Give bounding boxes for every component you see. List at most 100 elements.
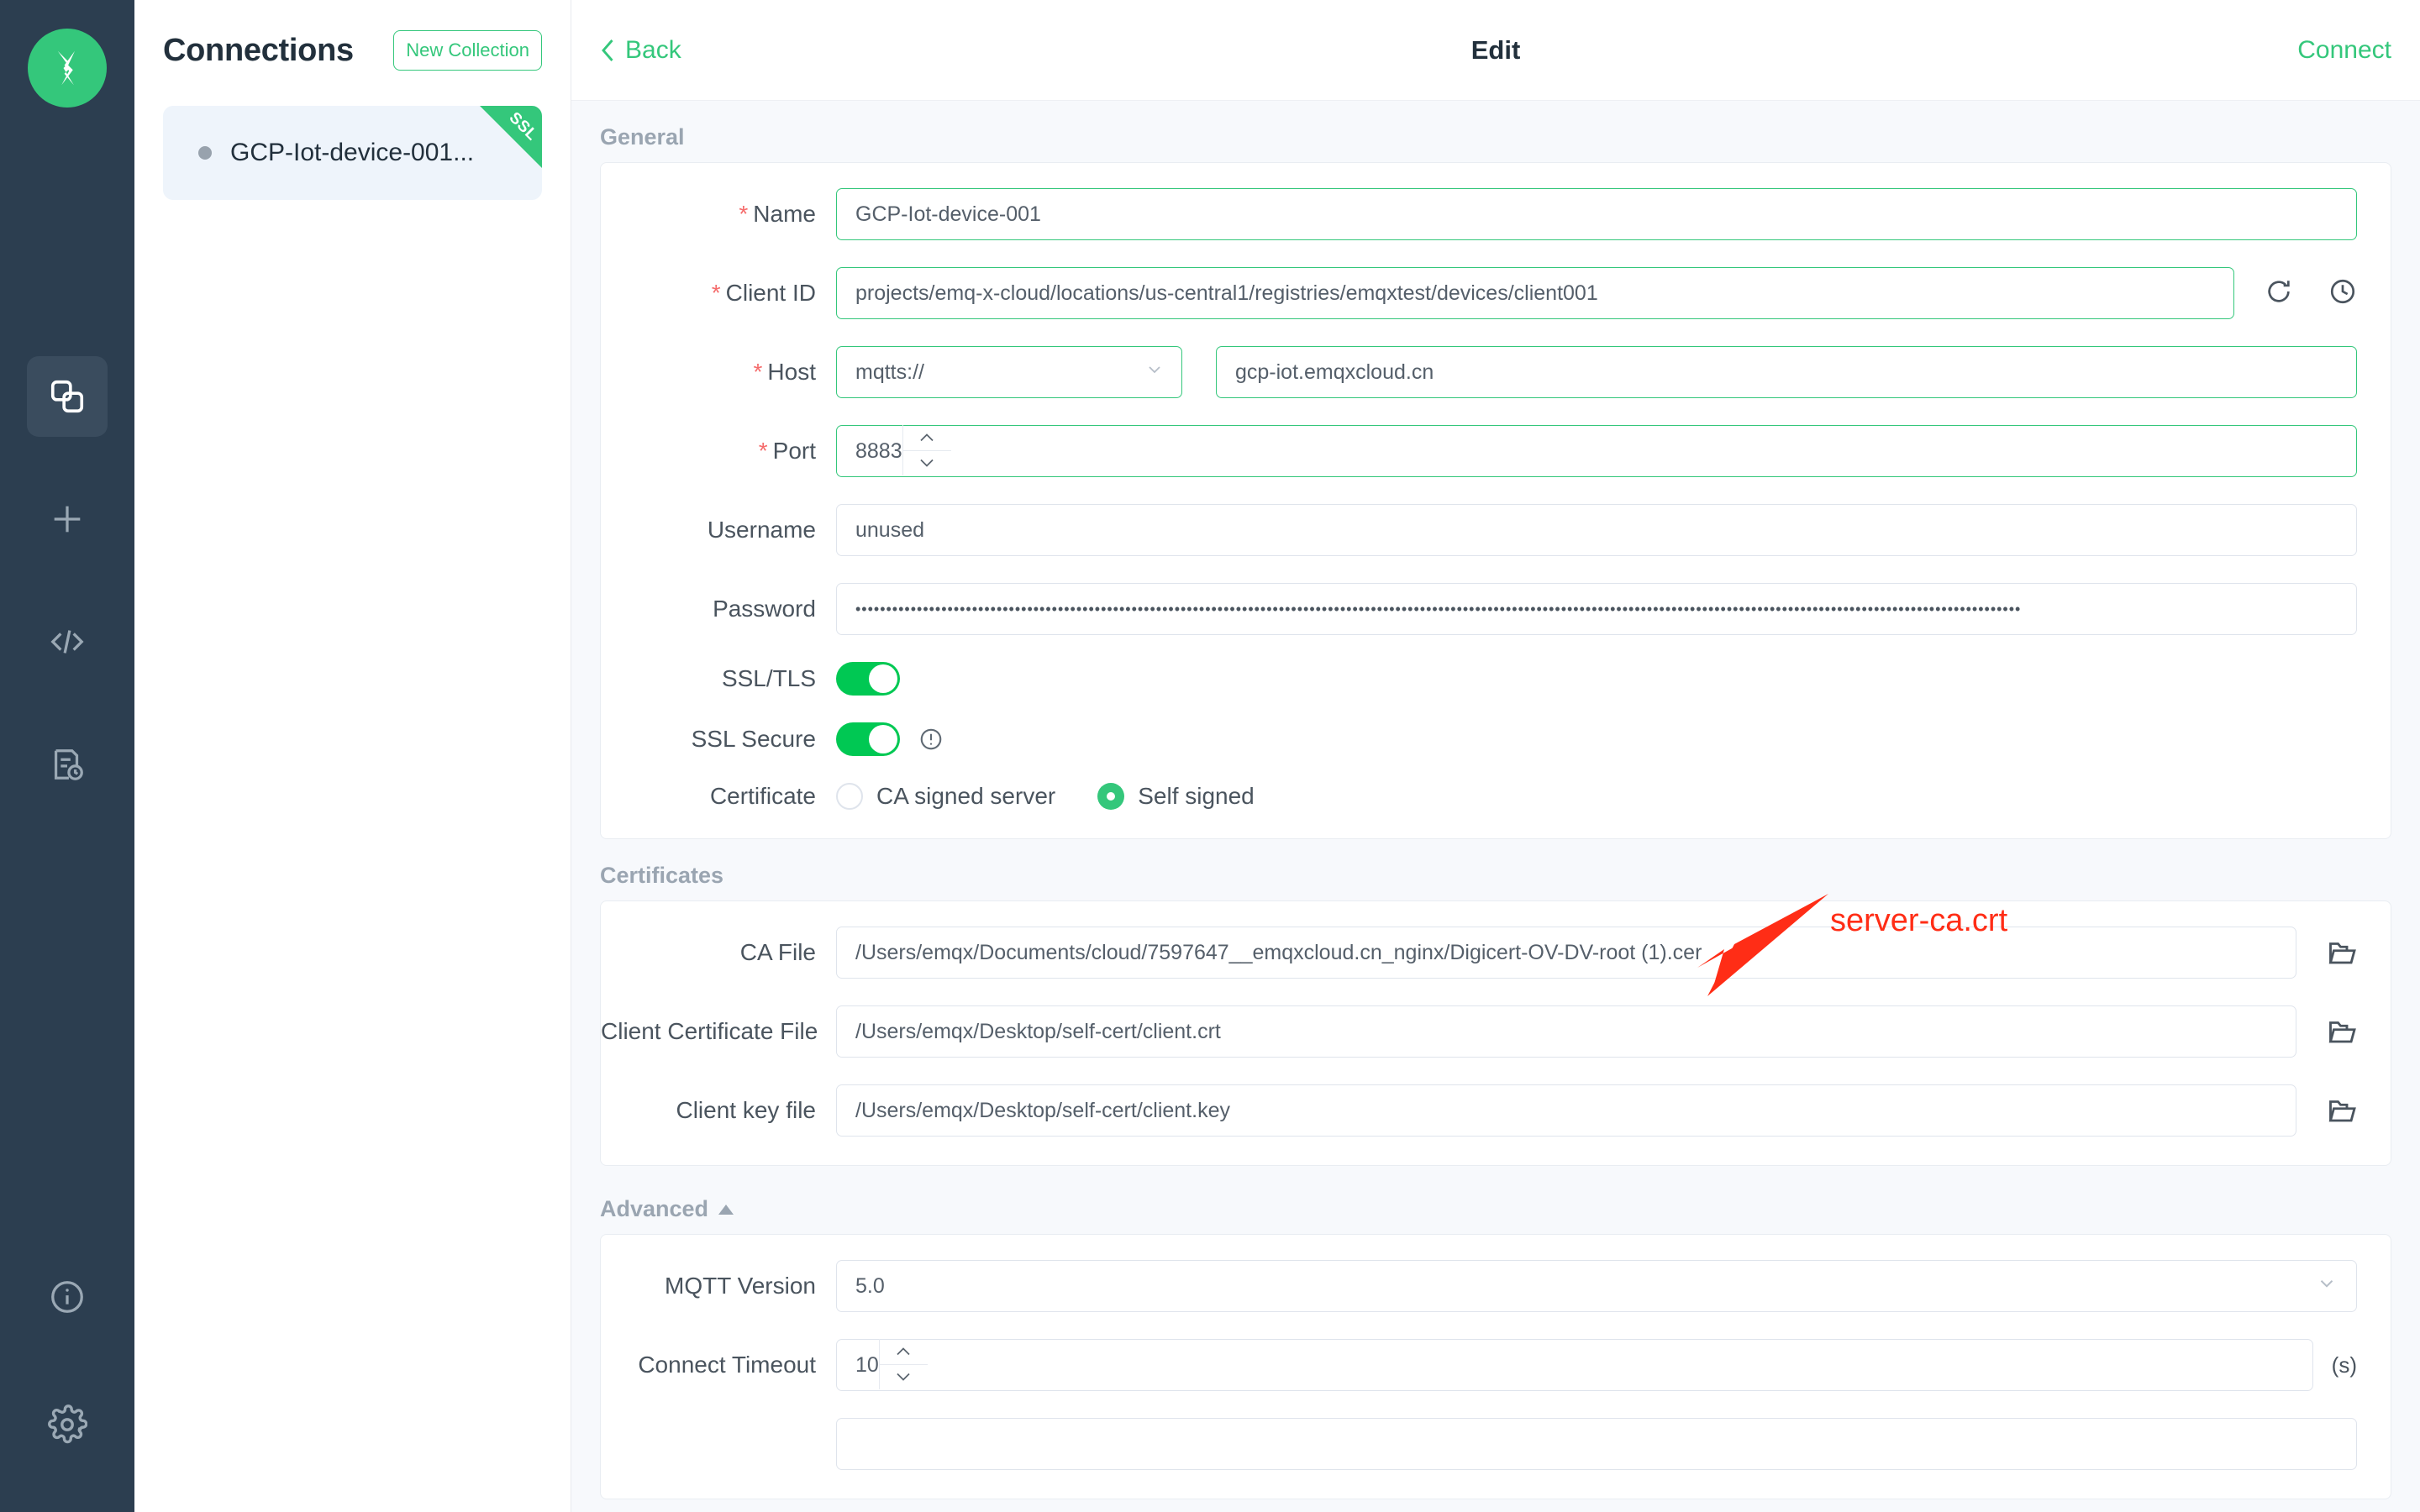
- field-row-ssl-tls: SSL/TLS: [601, 662, 2391, 696]
- field-row-connect-timeout: Connect Timeout 10 (s): [601, 1339, 2391, 1391]
- field-row-client-id: * Client ID projects/emq-x-cloud/location…: [601, 267, 2391, 319]
- document-clock-icon: [54, 749, 83, 780]
- connection-name: GCP-Iot-device-001...: [230, 139, 475, 166]
- sidebar-item-new[interactable]: [27, 479, 108, 559]
- radio-ca-signed-label: CA signed server: [876, 783, 1056, 809]
- field-row-ca-file: CA File /Users/emqx/Documents/cloud/7597…: [601, 927, 2391, 979]
- clock-icon[interactable]: [2328, 277, 2357, 310]
- client-key-value: /Users/emqx/Desktop/self-cert/client.key: [855, 1098, 1230, 1122]
- client-cert-label: Client Certificate File: [601, 1018, 818, 1044]
- field-row-host: * Host mqtts:// gcp-iot.emqxcloud.cn: [601, 346, 2391, 398]
- folder-icon[interactable]: [2327, 1016, 2357, 1047]
- chevron-left-icon: [602, 39, 613, 61]
- name-input[interactable]: GCP-Iot-device-001: [836, 188, 2357, 240]
- sidebar-item-log[interactable]: [27, 724, 108, 805]
- folder-icon[interactable]: [2327, 937, 2357, 968]
- advanced-card: MQTT Version 5.0 Connect Timeout 10 (s): [600, 1234, 2391, 1499]
- radio-self-signed-label: Self signed: [1138, 783, 1255, 809]
- name-value: GCP-Iot-device-001: [855, 202, 1041, 226]
- field-row-ssl-secure: SSL Secure: [601, 722, 2391, 756]
- client-key-label: Client key file: [676, 1097, 816, 1123]
- client-key-input[interactable]: /Users/emqx/Desktop/self-cert/client.key: [836, 1084, 2296, 1137]
- radio-ca-signed[interactable]: [836, 783, 863, 810]
- page-title: Edit: [1470, 34, 1521, 65]
- sidebar-item-settings[interactable]: [27, 1384, 108, 1465]
- back-label: Back: [625, 35, 681, 64]
- port-stepper-down[interactable]: [902, 449, 951, 476]
- top-bar: Back Edit Connect: [571, 0, 2420, 101]
- port-stepper-up[interactable]: [903, 425, 951, 450]
- required-asterisk: *: [739, 201, 749, 227]
- connections-panel: Connections New Collection GCP-Iot-devic…: [134, 0, 571, 1512]
- connections-title: Connections: [163, 32, 354, 68]
- radio-self-signed[interactable]: [1097, 783, 1125, 810]
- host-input[interactable]: gcp-iot.emqxcloud.cn: [1216, 346, 2357, 398]
- caret-up-icon: [718, 1204, 734, 1215]
- chevron-down-icon: [1144, 360, 1165, 386]
- app-root: Connections New Collection GCP-Iot-devic…: [0, 0, 2420, 1512]
- port-input[interactable]: 8883: [836, 425, 2357, 477]
- refresh-icon[interactable]: [2265, 277, 2293, 310]
- username-label: Username: [707, 517, 816, 543]
- ssl-tls-toggle[interactable]: [836, 662, 900, 696]
- field-row-password: Password •••••••••••••••••••••••••••••••…: [601, 583, 2391, 635]
- field-row-port: * Port 8883: [601, 425, 2391, 477]
- advanced-section-label: Advanced: [600, 1196, 709, 1221]
- field-row-name: * Name GCP-Iot-device-001: [601, 188, 2391, 240]
- host-protocol-value: mqtts://: [855, 360, 924, 384]
- sidebar-item-about[interactable]: [27, 1257, 108, 1337]
- connect-timeout-label: Connect Timeout: [638, 1352, 816, 1378]
- client-cert-input[interactable]: /Users/emqx/Desktop/self-cert/client.crt: [836, 1005, 2296, 1058]
- connect-timeout-stepper[interactable]: [878, 1339, 928, 1390]
- general-card: * Name GCP-Iot-device-001 * Client ID proj…: [600, 162, 2391, 839]
- advanced-section-header[interactable]: Advanced: [600, 1166, 2391, 1234]
- keepalive-input[interactable]: [836, 1418, 2357, 1470]
- host-label: * Host: [753, 359, 816, 385]
- plus-icon: [54, 506, 81, 533]
- username-input[interactable]: unused: [836, 504, 2357, 556]
- connect-button[interactable]: Connect: [2297, 36, 2391, 65]
- ca-file-input[interactable]: /Users/emqx/Documents/cloud/7597647__emq…: [836, 927, 2296, 979]
- name-label: * Name: [739, 201, 816, 227]
- certificate-radio-self[interactable]: Self signed: [1097, 783, 1297, 810]
- host-protocol-select[interactable]: mqtts://: [836, 346, 1182, 398]
- password-input[interactable]: ••••••••••••••••••••••••••••••••••••••••…: [836, 583, 2357, 635]
- main-area: Back Edit Connect General * Name GCP-Iot-…: [571, 0, 2420, 1512]
- port-value: 8883: [855, 438, 902, 463]
- connect-timeout-stepper-up[interactable]: [880, 1339, 928, 1364]
- username-value: unused: [855, 517, 925, 542]
- client-id-actions: [2265, 277, 2357, 310]
- toggle-knob: [869, 664, 897, 693]
- required-asterisk: *: [711, 280, 721, 306]
- ca-file-value: /Users/emqx/Documents/cloud/7597647__emq…: [855, 940, 1702, 964]
- password-label: Password: [713, 596, 816, 622]
- certificate-label: Certificate: [709, 783, 816, 809]
- ca-file-label: CA File: [739, 939, 816, 965]
- field-row-client-cert: Client Certificate File /Users/emqx/Desk…: [601, 1005, 2391, 1058]
- back-button[interactable]: Back: [600, 36, 681, 65]
- field-row-username: Username unused: [601, 504, 2391, 556]
- certificates-card: CA File /Users/emqx/Documents/cloud/7597…: [600, 900, 2391, 1166]
- info-icon[interactable]: [918, 727, 944, 752]
- client-id-input[interactable]: projects/emq-x-cloud/locations/us-centra…: [836, 267, 2234, 319]
- mqtt-version-label: MQTT Version: [665, 1273, 816, 1299]
- connect-timeout-stepper-down[interactable]: [879, 1363, 928, 1390]
- certificate-radio-ca[interactable]: CA signed server: [836, 783, 1097, 810]
- connections-header: Connections New Collection: [163, 0, 542, 101]
- gear-icon: [48, 1404, 87, 1444]
- port-stepper[interactable]: [902, 425, 951, 475]
- sidebar-item-code[interactable]: [27, 601, 108, 682]
- connection-status-dot: [198, 146, 212, 160]
- connection-list-item[interactable]: GCP-Iot-device-001... SSL: [163, 106, 542, 200]
- general-section-label: General: [600, 124, 685, 150]
- connect-timeout-input[interactable]: 10: [836, 1339, 2313, 1391]
- client-id-label: * Client ID: [711, 280, 816, 306]
- new-collection-button[interactable]: New Collection: [393, 30, 542, 71]
- ssl-tls-label: SSL/TLS: [721, 665, 816, 691]
- left-rail: [0, 0, 134, 1512]
- folder-icon[interactable]: [2327, 1095, 2357, 1126]
- sidebar-item-connections[interactable]: [27, 356, 108, 437]
- ssl-secure-toggle[interactable]: [836, 722, 900, 756]
- mqtt-version-select[interactable]: 5.0: [836, 1260, 2357, 1312]
- client-id-value: projects/emq-x-cloud/locations/us-centra…: [855, 281, 1598, 305]
